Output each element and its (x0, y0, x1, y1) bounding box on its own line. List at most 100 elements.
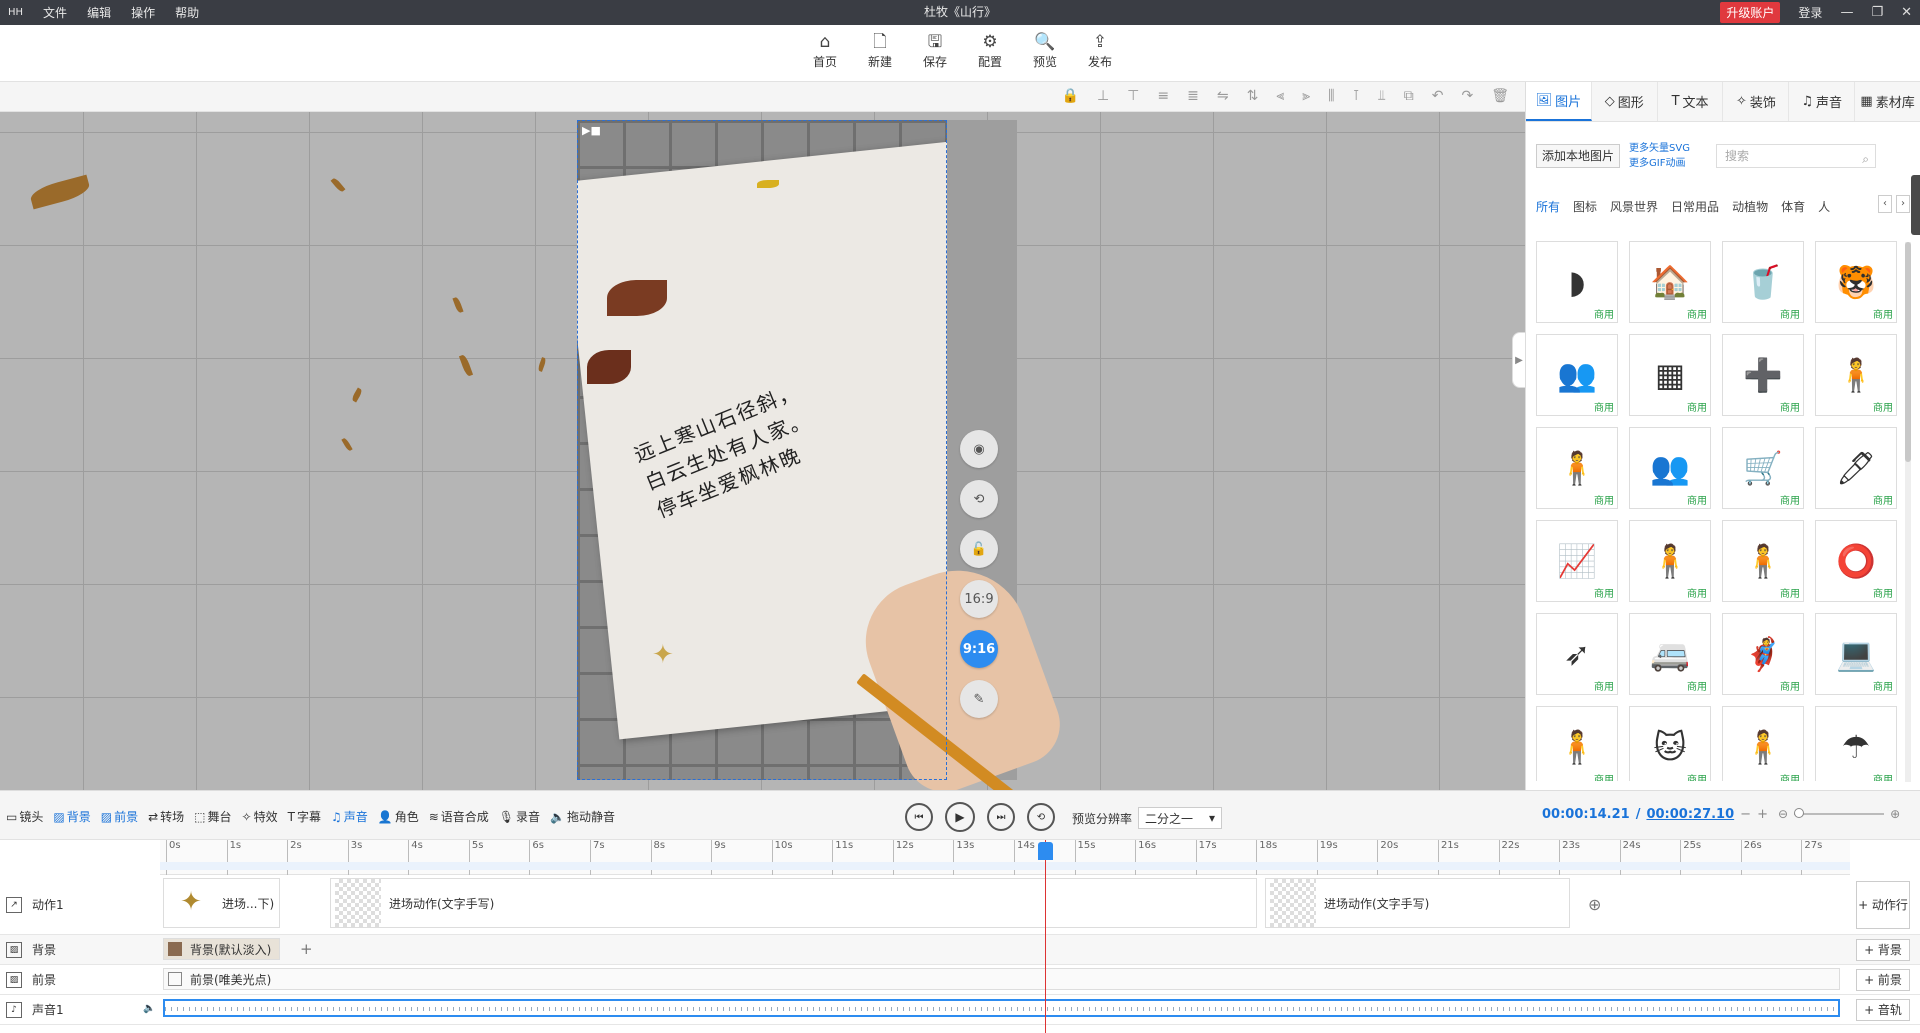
asset-thumbnail[interactable]: 👥 商用 (1536, 334, 1618, 416)
asset-thumbnail[interactable]: ➕ 商用 (1722, 334, 1804, 416)
category-item[interactable]: 动植物 (1732, 198, 1768, 215)
align-right-icon[interactable]: ⫸ (1302, 88, 1310, 104)
background-clip[interactable]: 背景(默认淡入) (163, 938, 280, 960)
publish-button[interactable]: ⇪ 发布 (1083, 31, 1117, 70)
new-button[interactable]: 🗋 新建 (863, 31, 897, 70)
timeline-tool-character[interactable]: 👤 角色 (378, 808, 419, 825)
camera-add-icon[interactable]: ◉ (960, 430, 998, 468)
distribute-vertical-icon[interactable]: ⧉ (1404, 88, 1414, 104)
add-background-icon[interactable]: + (300, 940, 313, 958)
asset-thumbnail[interactable]: ➶ 商用 (1536, 613, 1618, 695)
align-top-center-icon[interactable]: ⊤ (1127, 88, 1139, 104)
close-button[interactable]: ✕ (1901, 5, 1912, 20)
foreground-clip[interactable]: 前景(唯美光点) (163, 968, 1840, 990)
replay-icon[interactable]: ⟲ (1027, 803, 1055, 831)
login-button[interactable]: 登录 (1798, 4, 1822, 21)
asset-thumbnail[interactable]: 🚐 商用 (1629, 613, 1711, 695)
save-button[interactable]: 🖫 保存 (918, 31, 952, 70)
skip-forward-icon[interactable]: ⏭ (987, 803, 1015, 831)
upgrade-button[interactable]: 升级账户 (1720, 2, 1781, 23)
add-audio-track-button[interactable]: + 音轨 (1856, 999, 1910, 1021)
asset-thumbnail[interactable]: 🧍 商用 (1722, 520, 1804, 602)
action-clip[interactable]: 进场动作(文字手写) (1265, 878, 1570, 928)
align-bottom-icon[interactable]: ⫫ (1378, 88, 1386, 104)
undo-icon[interactable]: ↶ (1432, 88, 1444, 104)
asset-thumbnail[interactable]: 📈 商用 (1536, 520, 1618, 602)
ratio-9-16-button[interactable]: 9:16 (960, 630, 998, 668)
lock-icon[interactable]: 🔒 (1062, 88, 1079, 104)
delete-icon[interactable]: 🗑 (1491, 88, 1509, 104)
menu-file[interactable]: 文件 (43, 4, 67, 21)
more-gif-link[interactable]: 更多GIF动画 (1629, 156, 1690, 171)
action-clip[interactable]: ✦ 进场...下) (163, 878, 280, 928)
align-center-icon[interactable]: ≡ (1157, 88, 1169, 104)
add-background-button[interactable]: + 背景 (1856, 939, 1910, 961)
playhead-handle[interactable] (1038, 842, 1053, 860)
action-clip[interactable]: 进场动作(文字手写) (330, 878, 1257, 928)
asset-thumbnail[interactable]: 🧍 商用 (1722, 706, 1804, 781)
more-svg-link[interactable]: 更多矢量SVG (1629, 141, 1690, 156)
timeline-tool-subtitle[interactable]: T 字幕 (288, 808, 321, 825)
align-bottom-center-icon[interactable]: ⊥ (1097, 88, 1109, 104)
timeline-tool-background[interactable]: ▨ 背景 (53, 808, 90, 825)
menu-help[interactable]: 帮助 (175, 4, 199, 21)
asset-thumbnail[interactable]: 🦸 商用 (1722, 613, 1804, 695)
asset-thumbnail[interactable]: 🧍 商用 (1536, 706, 1618, 781)
zoom-out-icon[interactable]: ⊖ (1778, 807, 1788, 821)
align-left-icon[interactable]: ⫷ (1276, 88, 1284, 104)
asset-thumbnail[interactable]: ▦ 商用 (1629, 334, 1711, 416)
asset-thumbnail[interactable]: 🏠 商用 (1629, 241, 1711, 323)
asset-thumbnail[interactable]: 🐱 商用 (1629, 706, 1711, 781)
asset-thumbnail[interactable]: 🧍 商用 (1629, 520, 1711, 602)
tab-decor[interactable]: ✧ 装饰 (1723, 82, 1790, 121)
add-foreground-button[interactable]: + 前景 (1856, 969, 1910, 991)
zoom-slider[interactable] (1794, 808, 1885, 818)
asset-thumbnail[interactable]: 🛒 商用 (1722, 427, 1804, 509)
playhead[interactable] (1045, 840, 1046, 1033)
zoom-in-icon[interactable]: ⊕ (1890, 807, 1900, 821)
audio-waveform[interactable] (163, 999, 1840, 1017)
plus-icon[interactable]: + (1757, 807, 1768, 822)
minimize-button[interactable]: — (1840, 5, 1853, 20)
flip-vertical-icon[interactable]: ⇅ (1247, 88, 1259, 104)
category-item[interactable]: 风景世界 (1610, 198, 1658, 215)
add-local-image-button[interactable]: 添加本地图片 (1536, 144, 1620, 168)
asset-thumbnail[interactable]: 💻 商用 (1815, 613, 1897, 695)
tab-library[interactable]: ▦ 素材库 (1855, 82, 1920, 121)
menu-edit[interactable]: 编辑 (87, 4, 111, 21)
asset-thumbnail[interactable]: ◗ 商用 (1536, 241, 1618, 323)
timeline-tool-sound[interactable]: ♫ 声音 (331, 808, 368, 825)
asset-thumbnail[interactable]: 🧍 商用 (1536, 427, 1618, 509)
play-icon[interactable]: ▶ (945, 802, 975, 832)
add-action-row-button[interactable]: + 动作行 (1856, 881, 1910, 929)
speaker-icon[interactable]: 🔈 (143, 1003, 155, 1014)
menu-operate[interactable]: 操作 (131, 4, 155, 21)
timeline-tool-stage[interactable]: ⬚ 舞台 (194, 808, 231, 825)
tab-images[interactable]: 🖼 图片 (1526, 82, 1592, 121)
search-input[interactable]: 搜索 ⌕ (1716, 144, 1876, 168)
asset-thumbnail[interactable]: 👥 商用 (1629, 427, 1711, 509)
asset-thumbnail[interactable]: 🖊 商用 (1815, 427, 1897, 509)
chevron-right-icon[interactable]: › (1896, 195, 1910, 213)
edit-icon[interactable]: ✎ (960, 680, 998, 718)
timeline-tool-effect[interactable]: ✧ 特效 (242, 808, 278, 825)
tab-text[interactable]: T 文本 (1658, 82, 1724, 121)
flip-horizontal-icon[interactable]: ⇋ (1217, 88, 1229, 104)
chevron-left-icon[interactable]: ‹ (1878, 195, 1892, 213)
lock-icon[interactable]: 🔓 (960, 530, 998, 568)
timeline-tool-mute[interactable]: 🔈 拖动静音 (550, 808, 615, 825)
maximize-button[interactable]: ❐ (1871, 5, 1883, 20)
asset-thumbnail[interactable]: 🥤 商用 (1722, 241, 1804, 323)
rotate-icon[interactable]: ⟲ (960, 480, 998, 518)
asset-scrollbar[interactable] (1905, 242, 1911, 782)
asset-thumbnail[interactable]: 🐯 商用 (1815, 241, 1897, 323)
timeline-tool-camera[interactable]: ▭ 镜头 (6, 808, 43, 825)
category-item[interactable]: 体育 (1781, 198, 1805, 215)
home-button[interactable]: ⌂ 首页 (808, 31, 842, 70)
timeline-tool-foreground[interactable]: ▨ 前景 (101, 808, 138, 825)
align-top-icon[interactable]: ⊺ (1353, 88, 1360, 104)
timeline-tool-transition[interactable]: ⇄ 转场 (148, 808, 184, 825)
canvas-area[interactable]: 远上寒山石径斜， 白云生处有人家。 停车坐爱枫林晚 ✦ ▶■ ◉ ⟲ 🔓 16:9 9:… (0, 112, 1525, 790)
tab-shapes[interactable]: ◇ 图形 (1592, 82, 1658, 121)
panel-collapse-handle[interactable]: ▶ (1512, 332, 1526, 388)
